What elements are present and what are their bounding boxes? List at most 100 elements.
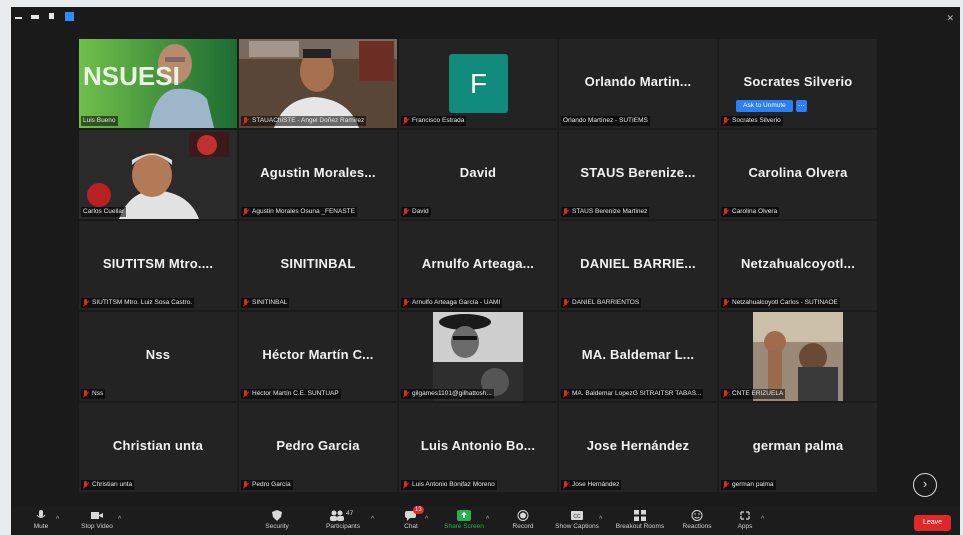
record-icon: [517, 510, 529, 521]
participant-name-text: Pedro García: [252, 481, 291, 488]
participant-name-label: gilgames1101@gilhattosh...: [401, 389, 494, 399]
participant-tile[interactable]: SIUTITSM Mtro.... SIUTITSM Mtro. Luiz Sos…: [79, 221, 237, 310]
participant-tile[interactable]: Carolina Olvera Carolina Olvera: [719, 130, 877, 219]
apps-label: Apps: [737, 523, 753, 530]
participant-tile[interactable]: Christian unta Christian unta: [79, 403, 237, 492]
record-button[interactable]: Record: [509, 510, 537, 530]
chat-label: Chat: [404, 523, 418, 530]
reactions-label: Reactions: [682, 523, 712, 530]
participant-name-label: David: [401, 207, 431, 217]
participants-button[interactable]: 47 Participants: [319, 510, 367, 530]
breakout-rooms-button[interactable]: Breakout Rooms: [611, 510, 669, 530]
participant-name-text: Francisco Estrada: [412, 117, 465, 124]
participant-tile[interactable]: Arnulfo Arteaga... Arnulfo Arteaga García…: [399, 221, 557, 310]
participant-tile[interactable]: Orlando Martin... Orlando Martínez - SUTI…: [559, 39, 717, 128]
window-icon[interactable]: [49, 13, 54, 19]
muted-mic-icon: [243, 117, 249, 125]
participant-tile[interactable]: STAUAChiSTE - Angel Doñez Ramirez: [239, 39, 397, 128]
muted-mic-icon: [723, 390, 729, 398]
avatar: F: [449, 54, 508, 113]
participant-tile[interactable]: Socrates Silverio Socrates Silverio: [719, 39, 877, 128]
muted-mic-icon: [83, 390, 89, 398]
muted-mic-icon: [243, 299, 249, 307]
participant-tile[interactable]: Héctor Martín C... Héctor Martín C.E. SUN…: [239, 312, 397, 401]
participant-tile[interactable]: Netzahualcoyotl... Netzahualcoyotl Carlos…: [719, 221, 877, 310]
mute-button[interactable]: Mute: [29, 510, 53, 530]
participant-tile[interactable]: Jose Hernández Jose Hernández: [559, 403, 717, 492]
view-icon[interactable]: [65, 12, 74, 21]
participant-display-name: SIUTITSM Mtro....: [102, 256, 214, 271]
audio-options-caret-icon[interactable]: ^: [56, 516, 59, 523]
participant-name-label: german palma: [721, 480, 776, 490]
participant-name-label: SIUTITSM Mtro. Luiz Sosa Castro.: [81, 298, 195, 308]
next-page-button[interactable]: ›: [913, 473, 937, 497]
apps-button[interactable]: Apps: [733, 510, 757, 530]
participant-name-text: Agustin Morales Osuna _FENASTE: [252, 208, 355, 215]
participant-tile[interactable]: Agustin Morales... Agustin Morales Osuna …: [239, 130, 397, 219]
participant-name-label: Nss: [81, 389, 106, 399]
close-icon[interactable]: ✕: [946, 13, 954, 24]
captions-caret-icon[interactable]: ^: [599, 516, 602, 523]
video-options-caret-icon[interactable]: ^: [118, 516, 121, 523]
participant-display-name: german palma: [752, 438, 844, 453]
apps-caret-icon[interactable]: ^: [761, 516, 764, 523]
participant-tile[interactable]: David David: [399, 130, 557, 219]
participant-tile[interactable]: DANIEL BARRIE... DANIEL BARRIENTOS: [559, 221, 717, 310]
participant-tile[interactable]: NSUESI Luis Bueno: [79, 39, 237, 128]
participant-name-label: CNTE ERIZUELA: [721, 389, 786, 399]
participant-tile[interactable]: F Francisco Estrada: [399, 39, 557, 128]
show-captions-button[interactable]: CC Show Captions: [552, 510, 602, 530]
participant-name-label: Luis Antonio Bonifaz Moreno: [401, 480, 497, 490]
participant-tile[interactable]: Pedro Garcia Pedro García: [239, 403, 397, 492]
security-button[interactable]: Security: [261, 510, 293, 530]
participant-tile[interactable]: SINITINBAL SINITINBAL: [239, 221, 397, 310]
ask-to-unmute-button[interactable]: Ask to Unmute: [736, 100, 793, 112]
participant-name-text: SINITINBAL: [252, 299, 288, 306]
participant-name-label: Socrates Silverio: [721, 116, 783, 126]
participant-tile[interactable]: Luis Antonio Bo... Luis Antonio Bonifaz M…: [399, 403, 557, 492]
participant-tile[interactable]: Nss Nss: [79, 312, 237, 401]
smiley-icon: [691, 510, 703, 521]
more-options-button[interactable]: ...: [796, 100, 807, 112]
participant-name-text: Nss: [92, 390, 104, 397]
shield-icon: [271, 510, 283, 521]
restore-icon[interactable]: [31, 15, 39, 19]
participant-tile[interactable]: CNTE ERIZUELA: [719, 312, 877, 401]
stop-video-button[interactable]: Stop Video: [77, 510, 117, 530]
participant-display-name: Agustin Morales...: [260, 165, 376, 180]
participant-display-name: DANIEL BARRIE...: [580, 256, 696, 271]
muted-mic-icon: [563, 299, 569, 307]
muted-mic-icon: [563, 208, 569, 216]
chat-button[interactable]: 13 Chat: [399, 506, 424, 530]
participant-name-label: Carlos Cuellar: [81, 207, 127, 217]
participant-display-name: Nss: [145, 347, 171, 362]
participant-name-label: Carolina Olvera: [721, 207, 780, 217]
participant-display-name: Christian unta: [112, 438, 204, 453]
participant-name-text: Luis Bueno: [83, 117, 116, 124]
reactions-button[interactable]: Reactions: [679, 510, 715, 530]
participant-tile[interactable]: STAUS Berenize... STAUS Berenize Martinez: [559, 130, 717, 219]
participant-tile[interactable]: MA. Baldemar L... MA. Baldemar LopezG SIT…: [559, 312, 717, 401]
participant-display-name: SINITINBAL: [280, 256, 356, 271]
chat-unread-badge: 13: [413, 506, 424, 514]
participants-count: 47: [346, 510, 354, 517]
participant-tile[interactable]: Carlos Cuellar: [79, 130, 237, 219]
minimize-icon[interactable]: [15, 17, 22, 19]
participant-name-text: Carolina Olvera: [732, 208, 778, 215]
chat-caret-icon[interactable]: ^: [425, 516, 428, 523]
share-screen-button[interactable]: Share Screen: [444, 510, 484, 530]
participant-tile[interactable]: german palma german palma: [719, 403, 877, 492]
participant-name-text: german palma: [732, 481, 774, 488]
muted-mic-icon: [563, 390, 569, 398]
participant-display-name: Netzahualcoyotl...: [740, 256, 856, 271]
zoom-meeting-window: ✕ NSUESI Luis Bueno STAUAChiSTE - Angel Do…: [11, 7, 960, 535]
share-caret-icon[interactable]: ^: [486, 516, 489, 523]
leave-button[interactable]: Leave: [914, 515, 951, 531]
muted-mic-icon: [83, 481, 89, 489]
participant-tile[interactable]: gilgames1101@gilhattosh...: [399, 312, 557, 401]
participant-name-text: Héctor Martín C.E. SUNTUAP: [252, 390, 339, 397]
participants-caret-icon[interactable]: ^: [371, 516, 374, 523]
participant-name-label: Netzahualcoyotl Carlos - SUTINAOE: [721, 298, 840, 308]
participant-name-text: Netzahualcoyotl Carlos - SUTINAOE: [732, 299, 838, 306]
microphone-icon: [35, 510, 47, 521]
